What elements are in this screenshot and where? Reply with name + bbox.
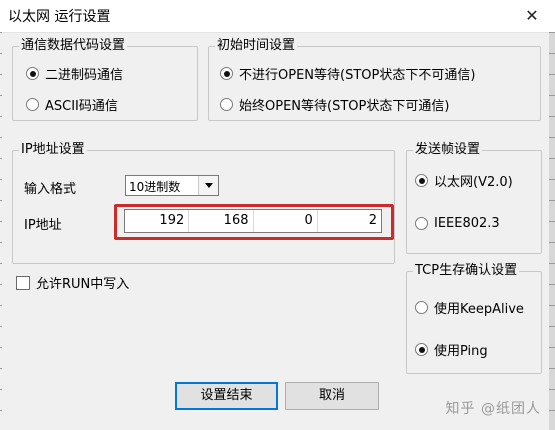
radio-button-icon[interactable] [415, 301, 428, 314]
send-frame-group: 发送帧设置 [406, 143, 542, 254]
radio-button-icon[interactable] [26, 98, 39, 111]
comm-code-legend: 通信数据代码设置 [21, 38, 126, 53]
cancel-button[interactable]: 取消 [285, 382, 379, 410]
input-format-value: 10进制数 [129, 180, 181, 194]
watermark-text: 知乎 @纸团人 [445, 401, 541, 417]
radio-button-checked-icon[interactable] [415, 174, 428, 187]
radio-binary-code-label: 二进制码通信 [45, 68, 124, 83]
background-grid-left [0, 32, 2, 430]
send-frame-legend: 发送帧设置 [415, 142, 481, 157]
radio-ascii-code[interactable]: ASCII码通信 [26, 95, 118, 114]
radio-button-icon[interactable] [220, 98, 233, 111]
radio-no-open-wait[interactable]: 不进行OPEN等待(STOP状态下不可通信) [220, 64, 475, 83]
allow-run-write-label: 允许RUN中写入 [36, 277, 130, 292]
init-time-legend: 初始时间设置 [217, 38, 296, 53]
close-icon[interactable]: ✕ [509, 0, 555, 32]
title-bar: 以太网 运行设置 ✕ [0, 0, 555, 33]
radio-button-checked-icon[interactable] [220, 67, 233, 80]
radio-always-open-wait-label: 始终OPEN等待(STOP状态下可通信) [239, 99, 450, 114]
input-format-select[interactable]: 10进制数 [125, 175, 219, 196]
radio-binary-code[interactable]: 二进制码通信 [26, 64, 123, 83]
ip-address-legend: IP地址设置 [21, 142, 85, 157]
radio-button-checked-icon[interactable] [415, 343, 428, 356]
chevron-down-icon [204, 183, 213, 188]
tcp-keepalive-legend: TCP生存确认设置 [415, 263, 518, 278]
ip-highlight-box [114, 204, 394, 240]
ethernet-settings-dialog: 以太网 运行设置 ✕ 通信数据代码设置 二进制码通信 ASCII码通信 初始时间… [0, 0, 555, 430]
input-format-label: 输入格式 [24, 182, 77, 197]
ip-address-label: IP地址 [24, 218, 62, 233]
checkbox-icon[interactable] [16, 275, 30, 290]
radio-use-keepalive-label: 使用KeepAlive [434, 302, 524, 317]
radio-button-checked-icon[interactable] [26, 67, 39, 80]
radio-use-keepalive[interactable]: 使用KeepAlive [415, 298, 524, 317]
radio-no-open-wait-label: 不进行OPEN等待(STOP状态下不可通信) [239, 68, 476, 83]
radio-use-ping[interactable]: 使用Ping [415, 340, 488, 359]
radio-button-icon[interactable] [415, 217, 428, 230]
background-grid-right [549, 32, 555, 430]
radio-ascii-code-label: ASCII码通信 [45, 99, 118, 114]
allow-run-write-checkbox[interactable]: 允许RUN中写入 [16, 273, 129, 292]
radio-ieee8023[interactable]: IEEE802.3 [415, 216, 500, 231]
radio-ethernet-v2[interactable]: 以太网(V2.0) [415, 171, 513, 190]
radio-always-open-wait[interactable]: 始终OPEN等待(STOP状态下可通信) [220, 95, 449, 114]
dropdown-button[interactable] [198, 176, 218, 195]
radio-ieee8023-label: IEEE802.3 [434, 216, 500, 231]
radio-use-ping-label: 使用Ping [434, 344, 488, 359]
finish-settings-button[interactable]: 设置结束 [175, 382, 278, 410]
radio-ethernet-v2-label: 以太网(V2.0) [434, 175, 513, 190]
window-title: 以太网 运行设置 [8, 9, 111, 25]
